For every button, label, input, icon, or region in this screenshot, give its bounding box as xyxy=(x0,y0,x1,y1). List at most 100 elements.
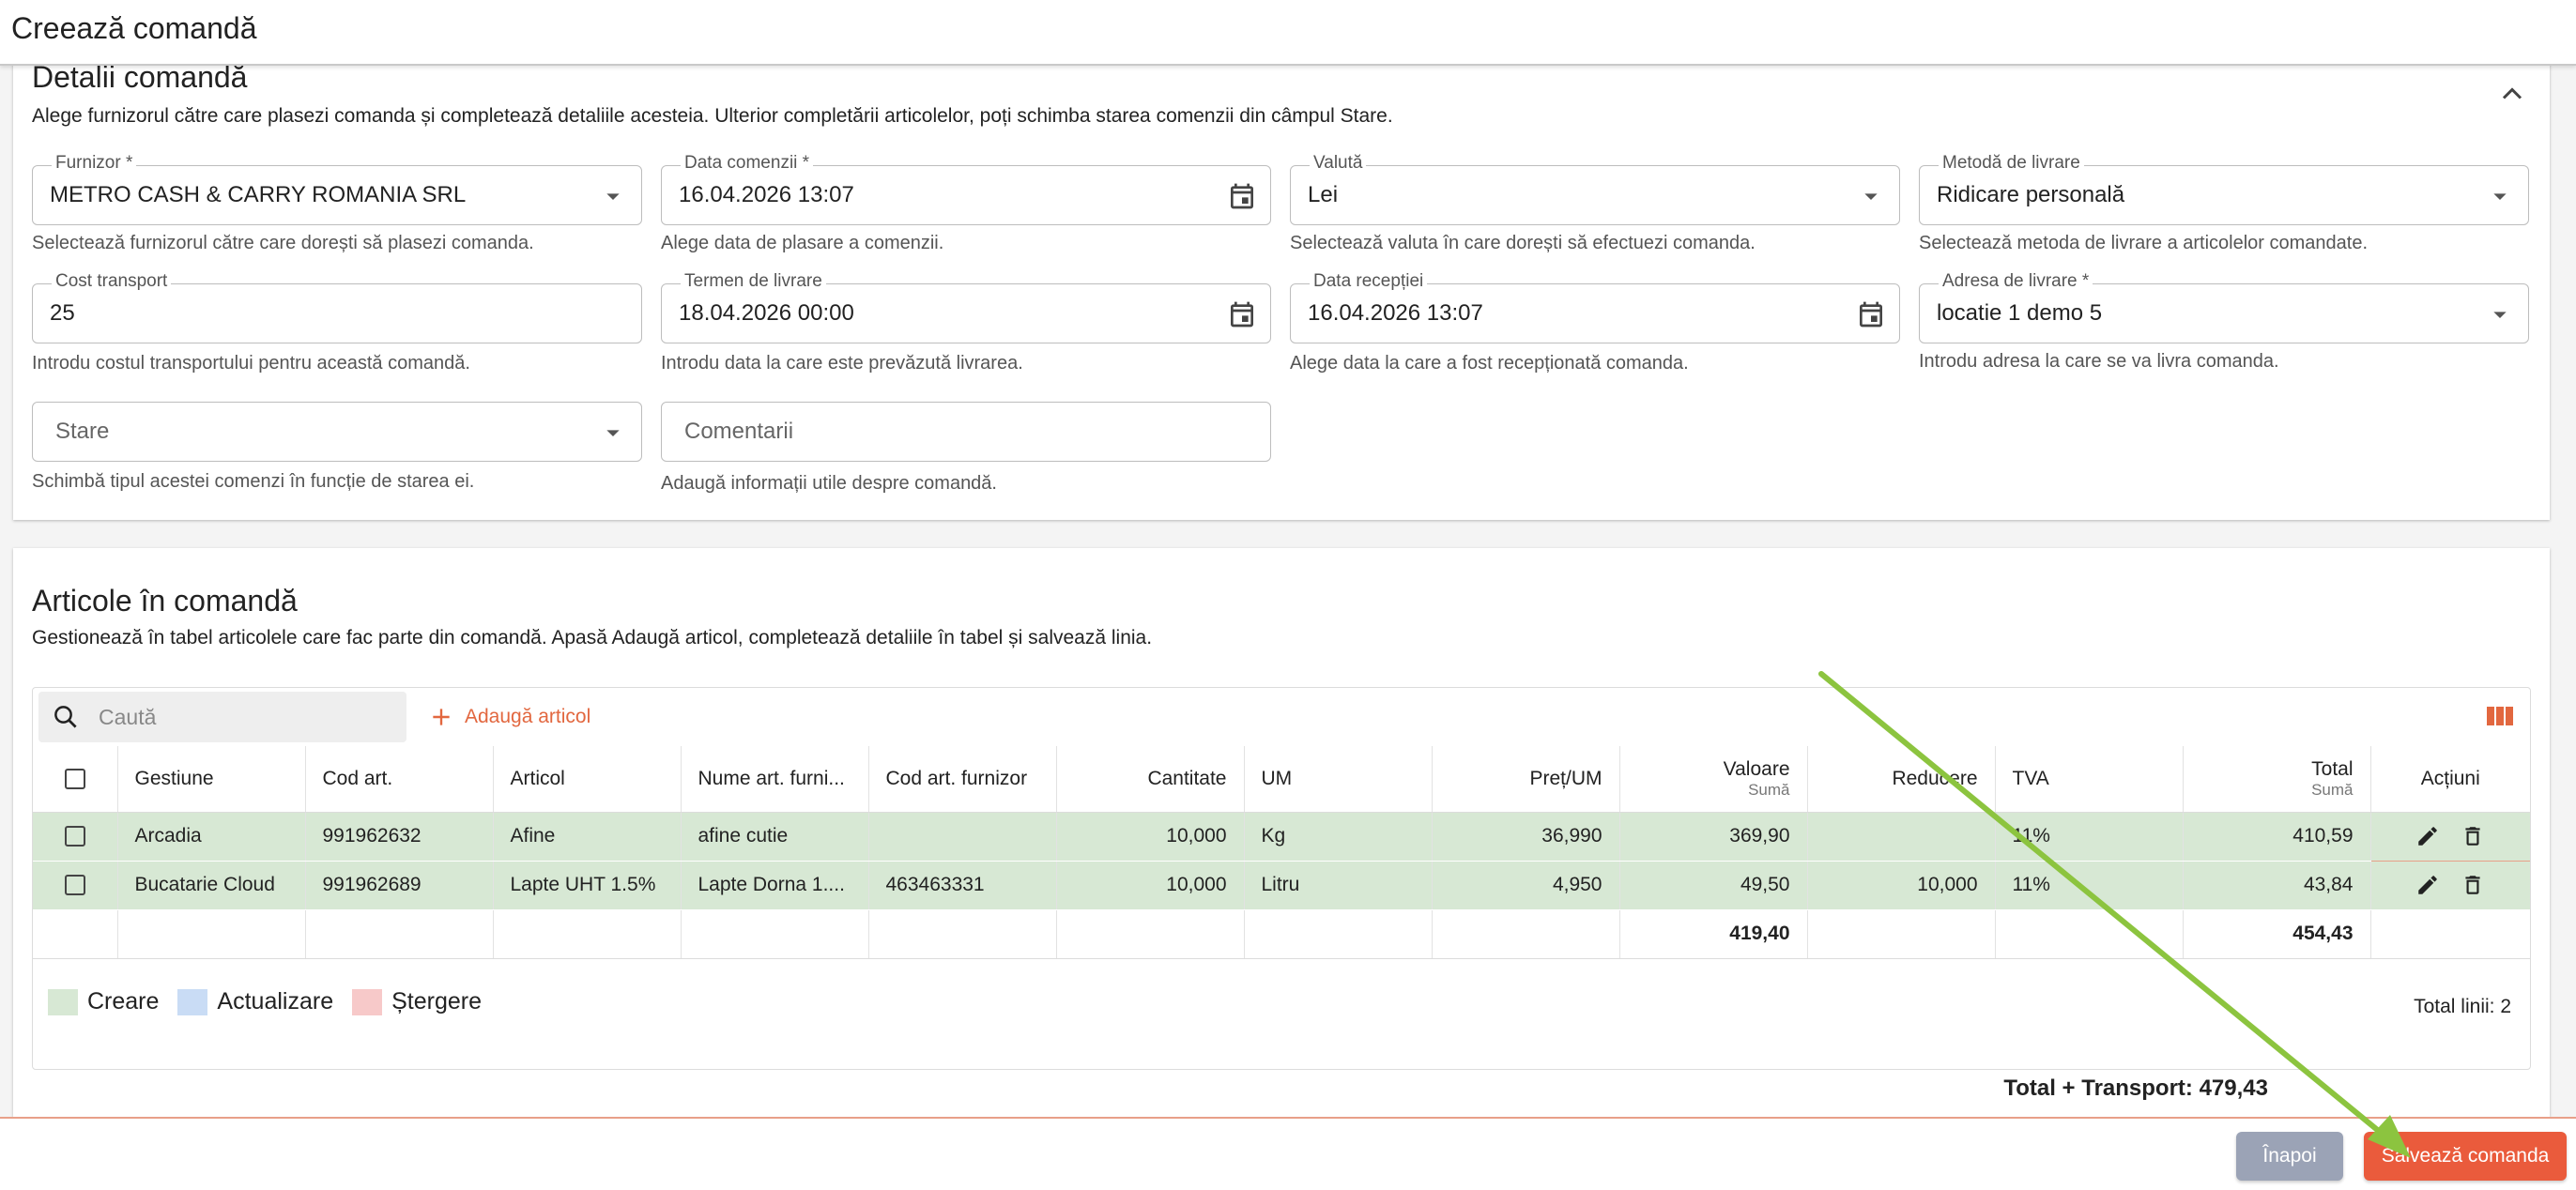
supplier-label: Furnizor * xyxy=(52,153,137,174)
cell-pret: 36,990 xyxy=(1432,812,1620,862)
supplier-helper: Selectează furnizorul către care dorești… xyxy=(32,233,534,253)
calendar-icon[interactable] xyxy=(1227,181,1257,211)
dropdown-arrow-icon xyxy=(1864,193,1878,200)
select-all-cell xyxy=(33,746,118,813)
cell-pret: 4,950 xyxy=(1432,861,1620,910)
details-subtitle: Alege furnizorul către care plasezi coma… xyxy=(32,105,1393,127)
row-checkbox[interactable] xyxy=(64,875,85,896)
totals-empty xyxy=(1244,908,1433,959)
col-valoare[interactable]: Valoare Sumă xyxy=(1619,746,1808,813)
edit-icon[interactable] xyxy=(2415,873,2440,897)
search-input[interactable]: Caută xyxy=(38,692,406,742)
delivery-address-value: locatie 1 demo 5 xyxy=(1937,300,2103,326)
calendar-icon[interactable] xyxy=(1856,299,1886,329)
row-actions xyxy=(2369,811,2530,862)
col-gestiune[interactable]: Gestiune xyxy=(117,746,306,813)
currency-select[interactable]: Valută Lei xyxy=(1290,153,1900,225)
add-item-button[interactable]: Adaugă articol xyxy=(429,697,590,737)
totals-empty xyxy=(1807,908,1996,959)
items-title: Articole în comandă xyxy=(32,584,298,618)
row-checkbox-cell xyxy=(33,861,118,910)
col-tva[interactable]: TVA xyxy=(1995,746,2184,813)
row-checkbox[interactable] xyxy=(64,826,85,847)
reception-date-helper: Alege data la care a fost recepționată c… xyxy=(1290,353,1689,374)
delete-icon[interactable] xyxy=(2461,824,2485,848)
items-subtitle: Gestionează în tabel articolele care fac… xyxy=(32,627,1153,648)
delivery-term-helper: Introdu data la care este prevăzută livr… xyxy=(661,353,1023,374)
delivery-method-select[interactable]: Metodă de livrare Ridicare personală xyxy=(1919,153,2529,225)
legend-swatch xyxy=(48,988,78,1015)
cell-um: Litru xyxy=(1244,861,1433,910)
reception-date-field[interactable]: Data recepției 16.04.2026 13:07 xyxy=(1290,271,1900,343)
col-total[interactable]: Total Sumă xyxy=(2183,746,2371,813)
cell-cantitate: 10,000 xyxy=(1056,861,1245,910)
cell-tva: 11% xyxy=(1995,861,2184,910)
col-cod-furn[interactable]: Cod art. furnizor xyxy=(868,746,1057,813)
dropdown-arrow-icon xyxy=(606,193,620,200)
col-nume-furn[interactable]: Nume art. furni... xyxy=(681,746,869,813)
select-all-checkbox[interactable] xyxy=(64,769,85,790)
edit-icon[interactable] xyxy=(2415,824,2440,848)
grand-total: Total + Transport: 479,43 xyxy=(2003,1076,2268,1101)
cell-tva: 11% xyxy=(1995,812,2184,862)
delete-icon[interactable] xyxy=(2461,873,2485,897)
delivery-method-helper: Selectează metoda de livrare a articolel… xyxy=(1919,233,2369,253)
totals-row: 419,40 454,43 xyxy=(33,908,2530,959)
totals-empty xyxy=(305,908,494,959)
legend-swatch xyxy=(352,988,383,1015)
cell-nume-furn: afine cutie xyxy=(681,812,869,862)
table-header-row: Gestiune Cod art. Articol Nume art. furn… xyxy=(33,746,2530,813)
order-date-helper: Alege data de plasare a comenzii. xyxy=(661,233,944,253)
transport-cost-label: Cost transport xyxy=(52,271,172,292)
supplier-select[interactable]: Furnizor * METRO CASH & CARRY ROMANIA SR… xyxy=(32,153,642,225)
transport-cost-input[interactable]: Cost transport 25 xyxy=(32,271,642,343)
dropdown-arrow-icon xyxy=(2493,312,2507,318)
transport-cost-helper: Introdu costul transportului pentru acea… xyxy=(32,353,470,374)
col-articol[interactable]: Articol xyxy=(493,746,682,813)
cell-total: 410,59 xyxy=(2183,812,2371,862)
col-cantitate[interactable]: Cantitate xyxy=(1056,746,1245,813)
table-row[interactable]: Arcadia 991962632 Afine afine cutie 10,0… xyxy=(33,811,2530,862)
delivery-term-field[interactable]: Termen de livrare 18.04.2026 00:00 xyxy=(661,271,1271,343)
cell-cod-furn xyxy=(868,812,1057,862)
supplier-value: METRO CASH & CARRY ROMANIA SRL xyxy=(50,182,467,207)
delivery-term-label: Termen de livrare xyxy=(681,271,826,292)
delivery-method-label: Metodă de livrare xyxy=(1939,153,2084,174)
search-icon xyxy=(54,706,77,728)
cell-reducere xyxy=(1807,812,1996,862)
col-reducere[interactable]: Reducere xyxy=(1807,746,1996,813)
col-um[interactable]: UM xyxy=(1244,746,1433,813)
save-order-button[interactable]: Salvează comanda xyxy=(2364,1132,2567,1181)
chevron-up-icon[interactable] xyxy=(2495,77,2529,111)
order-details-card: Detalii comandă Alege furnizorul către c… xyxy=(13,56,2550,520)
delivery-address-select[interactable]: Adresa de livrare * locatie 1 demo 5 xyxy=(1919,271,2529,343)
add-item-label: Adaugă articol xyxy=(465,706,591,727)
status-select[interactable]: Stare xyxy=(32,402,642,462)
cell-um: Kg xyxy=(1244,812,1433,862)
total-sum: 454,43 xyxy=(2183,908,2371,959)
col-cod-art[interactable]: Cod art. xyxy=(305,746,494,813)
legend-update-label: Actualizare xyxy=(217,988,334,1015)
order-items-card: Articole în comandă Gestionează în tabel… xyxy=(13,548,2550,1117)
comments-input[interactable]: Comentarii xyxy=(661,402,1271,462)
delivery-term-value: 18.04.2026 00:00 xyxy=(679,300,854,326)
currency-helper: Selectează valuta în care dorești să efe… xyxy=(1290,233,1756,253)
totals-empty xyxy=(868,908,1057,959)
table-row[interactable]: Bucatarie Cloud 991962689 Lapte UHT 1.5%… xyxy=(33,861,2530,910)
back-button[interactable]: Înapoi xyxy=(2236,1132,2343,1181)
cell-cod-art: 991962689 xyxy=(305,861,494,910)
totals-empty xyxy=(2370,908,2530,959)
order-date-label: Data comenzii * xyxy=(681,153,814,174)
cell-gestiune: Bucatarie Cloud xyxy=(117,861,306,910)
calendar-icon[interactable] xyxy=(1227,299,1257,329)
col-pret[interactable]: Preț/UM xyxy=(1432,746,1620,813)
order-date-field[interactable]: Data comenzii * 16.04.2026 13:07 xyxy=(661,153,1271,225)
totals-empty xyxy=(1056,908,1245,959)
columns-icon[interactable] xyxy=(2487,705,2513,727)
totals-empty xyxy=(1995,908,2184,959)
total-valoare: 419,40 xyxy=(1619,908,1808,959)
plus-icon xyxy=(433,709,450,725)
items-table-container: Caută Adaugă articol Gestiune Cod art. A… xyxy=(32,687,2531,1070)
legend-create-label: Creare xyxy=(87,988,160,1015)
order-date-value: 16.04.2026 13:07 xyxy=(679,182,854,207)
